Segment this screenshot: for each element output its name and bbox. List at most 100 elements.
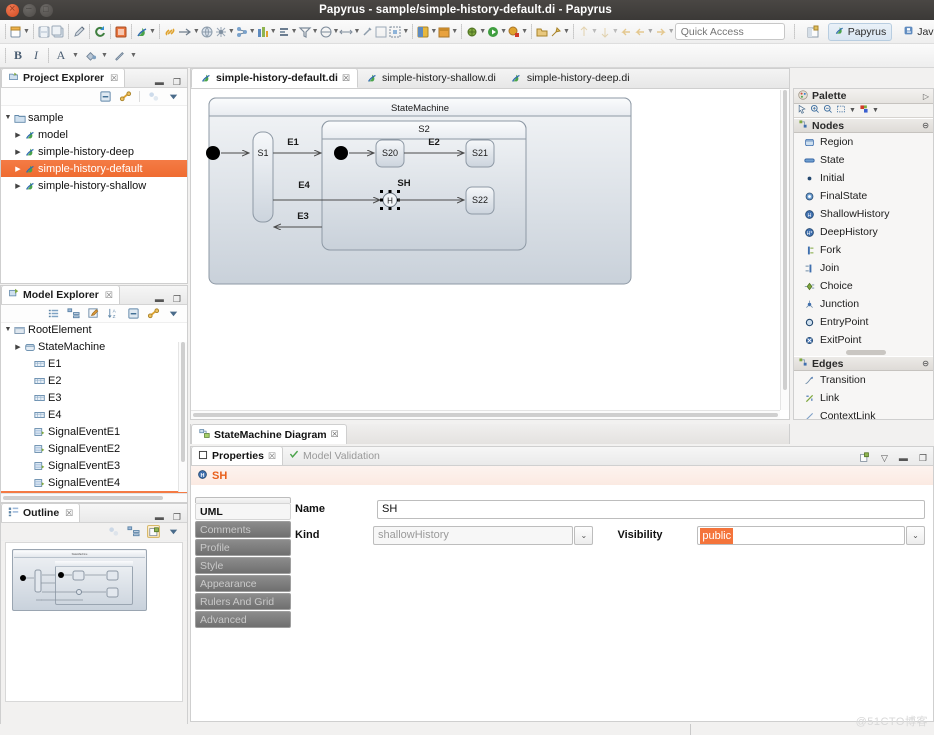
model-item-e2[interactable]: E2	[1, 372, 187, 389]
properties-side-tab-appearance[interactable]: Appearance	[195, 575, 291, 592]
visibility-combo-arrow[interactable]: ⌄	[905, 525, 925, 545]
show-properties-icon[interactable]	[47, 307, 60, 320]
quick-access-input[interactable]	[674, 23, 785, 40]
prev-annotation-icon[interactable]	[577, 22, 591, 42]
perspective-papyrus[interactable]: Papyrus	[827, 22, 893, 41]
expand-arrow-down-icon[interactable]: ▼	[3, 114, 13, 121]
view-menu-icon[interactable]	[167, 525, 180, 538]
new-model-icon[interactable]	[114, 22, 128, 42]
expand-arrow-right-icon[interactable]: ▶	[13, 165, 23, 173]
save-icon[interactable]	[37, 22, 51, 42]
properties-side-tab-rulers-and-grid[interactable]: Rulers And Grid	[195, 593, 291, 610]
expand-arrow-right-icon[interactable]: ▶	[13, 343, 23, 351]
model-item-signalevente1[interactable]: SignalEventE1	[1, 423, 187, 440]
back-dropdown-arrow[interactable]: ▼	[647, 22, 654, 42]
marquee-dropdown-arrow[interactable]: ▼	[849, 107, 856, 114]
view-menu-icon[interactable]	[167, 90, 180, 103]
editor-tab-simple-history-deep-di[interactable]: simple-history-deep.di	[503, 68, 637, 88]
editor-tab-simple-history-shallow-di[interactable]: simple-history-shallow.di	[358, 68, 503, 88]
model-item-rootelement[interactable]: ▼ RootElement	[1, 321, 187, 338]
palette-item-junction[interactable]: Junction	[794, 295, 933, 313]
collapse-all-icon[interactable]	[127, 307, 140, 320]
project-item-simple-history-deep[interactable]: ▶ simple-history-deep	[1, 143, 187, 160]
close-icon[interactable]: ☒	[65, 508, 73, 519]
sync-dropdown-arrow[interactable]: ▼	[333, 22, 340, 42]
model-explorer-vscrollbar[interactable]	[178, 342, 187, 492]
next-annotation-dropdown-arrow[interactable]: ▼	[612, 22, 619, 42]
tab-outline[interactable]: Outline ☒	[1, 503, 81, 522]
package-dropdown-arrow[interactable]: ▼	[451, 22, 458, 42]
marquee-icon[interactable]	[836, 104, 846, 117]
diagram-vscrollbar[interactable]	[780, 90, 789, 410]
line-color-dropdown-arrow[interactable]: ▼	[128, 46, 139, 66]
format-icon[interactable]	[859, 104, 869, 117]
close-icon[interactable]: ☒	[268, 451, 276, 462]
close-icon[interactable]: ☒	[105, 290, 113, 301]
editor-tab-simple-history-default-di[interactable]: simple-history-default.di ☒	[191, 68, 359, 88]
new-icon[interactable]	[9, 22, 23, 42]
grid-icon[interactable]	[374, 22, 388, 42]
properties-side-tab-style[interactable]: Style	[195, 557, 291, 574]
minimize-window-button[interactable]	[23, 2, 36, 17]
palette-item-fork[interactable]: Fork	[794, 241, 933, 259]
new-dropdown-arrow[interactable]: ▼	[23, 22, 30, 42]
palette-item-finalstate[interactable]: FinalState	[794, 187, 933, 205]
arrow-right-icon[interactable]	[177, 22, 193, 42]
debug-dropdown-arrow[interactable]: ▼	[479, 22, 486, 42]
tree-view-icon[interactable]	[67, 307, 80, 320]
arrow-dropdown-arrow[interactable]: ▼	[193, 22, 200, 42]
close-icon[interactable]: ☒	[331, 429, 339, 440]
refresh-icon[interactable]	[93, 22, 107, 42]
properties-tab-model-validation[interactable]: Model Validation	[283, 446, 386, 465]
layout-dropdown-arrow[interactable]: ▼	[228, 22, 235, 42]
tab-project-explorer[interactable]: Project Explorer ☒	[1, 68, 126, 87]
kind-combo-arrow[interactable]: ⌄	[574, 525, 594, 545]
profile-dropdown-arrow[interactable]: ▼	[521, 22, 528, 42]
zoom-in-icon[interactable]	[810, 104, 820, 117]
palette-item-transition[interactable]: Transition	[794, 371, 933, 389]
link-icon[interactable]	[147, 307, 160, 320]
format-dropdown-arrow[interactable]: ▼	[872, 107, 879, 114]
palette-item-join[interactable]: Join	[794, 259, 933, 277]
filter-funnel-icon[interactable]	[298, 22, 312, 42]
palette-item-initial[interactable]: Initial	[794, 169, 933, 187]
project-item-simple-history-default[interactable]: ▶ simple-history-default	[1, 160, 187, 177]
bold-button[interactable]: B	[9, 46, 27, 66]
open-perspective-icon[interactable]	[804, 22, 822, 42]
properties-side-tab-uml[interactable]: UML	[195, 503, 291, 520]
maximize-icon[interactable]: ❐	[173, 513, 181, 522]
palette-item-entrypoint[interactable]: EntryPoint	[794, 313, 933, 331]
filter-icon[interactable]	[147, 90, 160, 103]
layout-icon[interactable]	[214, 22, 228, 42]
close-icon[interactable]: ☒	[342, 73, 350, 84]
palette-item-choice[interactable]: Choice	[794, 277, 933, 295]
palette-section-edges[interactable]: Edges ⊝	[794, 356, 933, 371]
run-icon[interactable]	[486, 22, 500, 42]
project-item-model[interactable]: ▶ model	[1, 126, 187, 143]
tab-model-explorer[interactable]: Model Explorer ☒	[1, 286, 120, 304]
filter-chart-icon[interactable]	[256, 22, 270, 42]
forward-dropdown-arrow[interactable]: ▼	[668, 22, 675, 42]
maximize-icon[interactable]: ❐	[919, 454, 927, 463]
palette-item-contextlink[interactable]: ContextLink	[794, 407, 933, 419]
properties-side-tab-comments[interactable]: Comments	[195, 521, 291, 538]
font-color-dropdown-arrow[interactable]: ▼	[70, 46, 81, 66]
model-item-e4[interactable]: E4	[1, 406, 187, 423]
palette-item-state[interactable]: State	[794, 151, 933, 169]
prev-annotation-dropdown-arrow[interactable]: ▼	[591, 22, 598, 42]
palette-item-link[interactable]: Link	[794, 389, 933, 407]
snap-grid-icon[interactable]	[388, 22, 402, 42]
statemachine-diagram[interactable]: StateMachine S2 S1 E1 S20 E2 S21 E4 H SH…	[191, 90, 780, 410]
run-dropdown-arrow[interactable]: ▼	[500, 22, 507, 42]
palette-nodes-scrollbar[interactable]	[794, 349, 933, 356]
palette-section-collapse-icon[interactable]: ⊝	[922, 121, 929, 130]
outline-canvas[interactable]: StateMachine	[5, 542, 183, 702]
maximize-window-button[interactable]	[40, 3, 53, 17]
open-type-icon[interactable]	[535, 22, 549, 42]
properties-side-tab-advanced[interactable]: Advanced	[195, 611, 291, 628]
outline-overview-icon[interactable]	[107, 525, 120, 538]
edit-icon[interactable]	[87, 307, 100, 320]
palette-collapse-icon[interactable]: ▷	[923, 92, 929, 101]
link-with-editor-icon[interactable]	[119, 90, 132, 103]
model-item-statemachine[interactable]: ▶ StateMachine	[1, 338, 187, 355]
